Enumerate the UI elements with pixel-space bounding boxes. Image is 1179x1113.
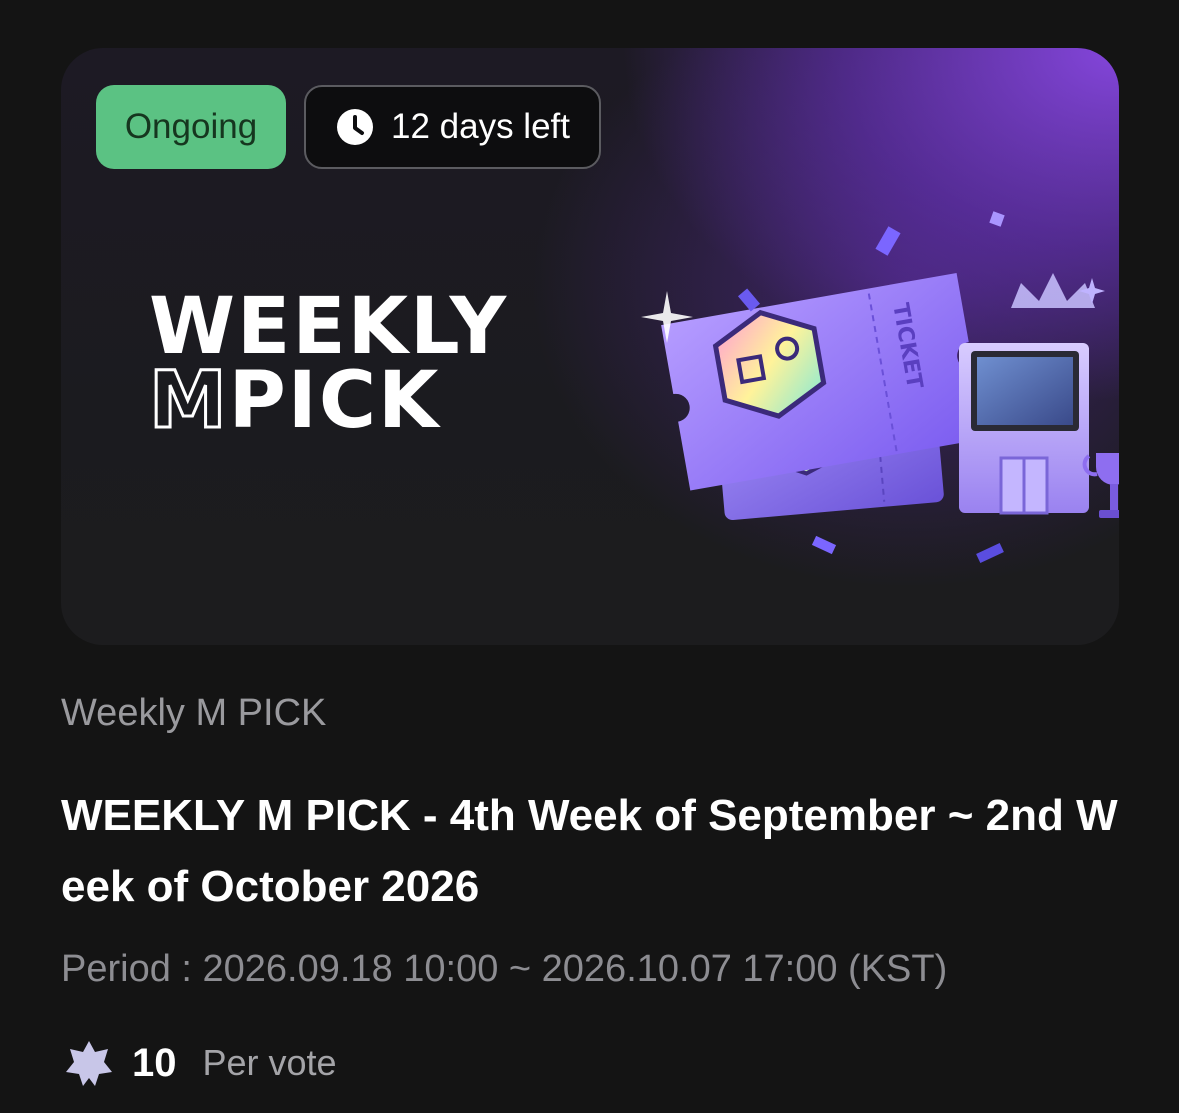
logo-line2: MPICK bbox=[148, 361, 508, 442]
vote-unit: Per vote bbox=[202, 1042, 337, 1083]
weekly-mpick-logo: WEEKLY MPICK bbox=[148, 282, 509, 442]
event-banner[interactable]: Ongoing 12 days left WEEKLY MPICK TICKET bbox=[61, 48, 1119, 645]
event-title[interactable]: WEEKLY M PICK - 4th Week of September ~ … bbox=[61, 780, 1131, 922]
ticket-illustration: TICKET bbox=[641, 211, 1119, 564]
logo-line1: WEEKLY bbox=[149, 282, 509, 372]
status-badge-label: Ongoing bbox=[124, 107, 258, 146]
event-period: Period : 2026.09.18 10:00 ~ 2026.10.07 1… bbox=[61, 948, 948, 990]
vote-count: 10 bbox=[132, 1040, 177, 1085]
status-badge: Ongoing bbox=[96, 85, 286, 169]
vote-cost: 10 Per vote bbox=[64, 1036, 337, 1090]
trophy-icon bbox=[1082, 453, 1119, 518]
event-category: Weekly M PICK bbox=[61, 692, 327, 734]
clock-icon bbox=[335, 107, 375, 147]
time-left-badge: 12 days left bbox=[304, 85, 601, 169]
logo-pick: PICK bbox=[228, 356, 441, 446]
time-left-label: 12 days left bbox=[391, 107, 570, 146]
voting-booth bbox=[959, 343, 1089, 515]
star-icon bbox=[64, 1038, 114, 1088]
logo-m-outline: M bbox=[148, 356, 229, 446]
